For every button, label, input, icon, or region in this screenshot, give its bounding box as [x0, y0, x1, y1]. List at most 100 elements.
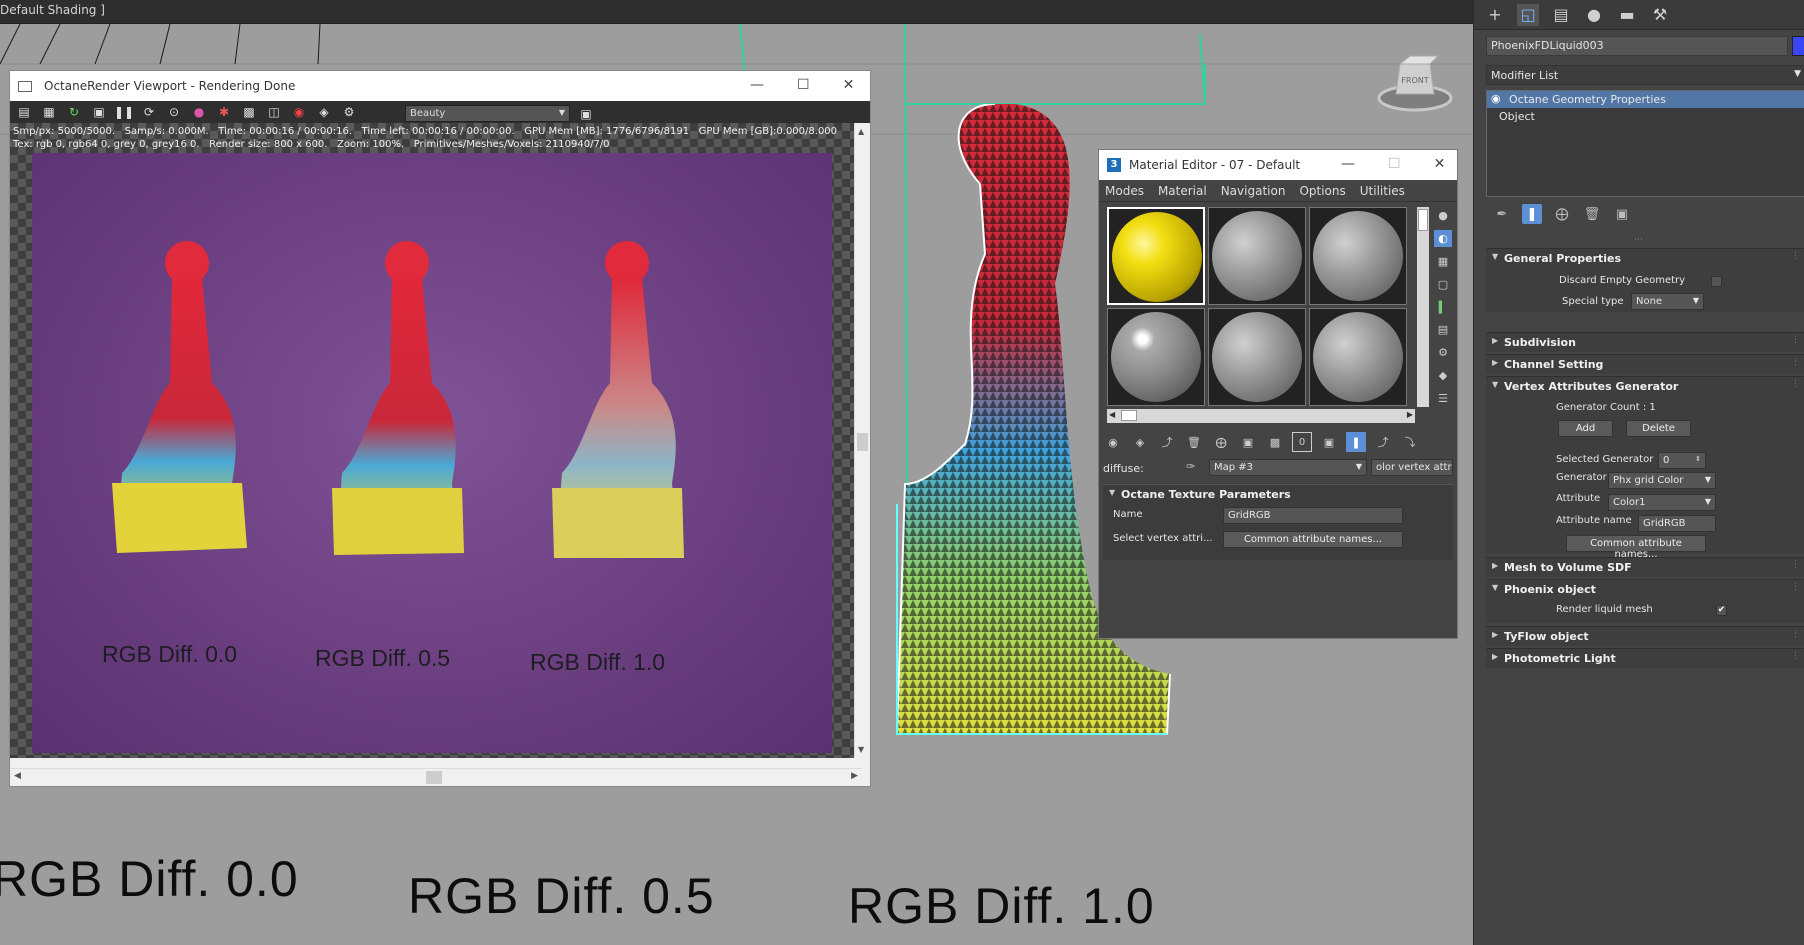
octane-render-area[interactable]: Smp/px: 5000/5000. Samp/s: 0.000M. Time:… — [10, 123, 862, 758]
horizontal-scroll-thumb[interactable] — [426, 771, 442, 784]
sample-slot-3[interactable] — [1309, 207, 1407, 305]
mesh-to-volume-sdf-header[interactable]: ▶ Mesh to Volume SDF ⋮ — [1486, 558, 1804, 577]
material-editor-title-bar[interactable]: 3 Material Editor - 07 - Default — ☐ ✕ — [1099, 150, 1457, 180]
photometric-light-header[interactable]: ▶ Photometric Light ⋮ — [1486, 649, 1804, 668]
minimize-icon[interactable]: — — [750, 77, 764, 93]
make-unique-icon[interactable]: ⨁ — [1211, 432, 1231, 452]
film-region-icon[interactable]: ◫ — [265, 103, 283, 121]
common-attribute-names-button[interactable]: Common attribute names... — [1566, 535, 1706, 560]
utilities-icon[interactable]: ⚒ — [1649, 4, 1671, 26]
go-to-parent-icon[interactable]: ⤴ — [1373, 432, 1393, 452]
region-render-icon[interactable]: ▩ — [240, 103, 258, 121]
focus-picker-icon[interactable]: ⊙ — [165, 103, 183, 121]
backlight-icon[interactable]: ◐ — [1434, 229, 1452, 247]
slots-vertical-scrollbar[interactable] — [1417, 207, 1429, 407]
modify-icon[interactable]: ◱ — [1517, 3, 1539, 26]
vertical-scrollbar[interactable]: ▲ ▼ — [854, 123, 870, 758]
stack-item-object[interactable]: Object — [1487, 108, 1804, 125]
subdivision-header[interactable]: ▶ Subdivision ⋮ — [1486, 333, 1804, 352]
hierarchy-icon[interactable]: ▤ — [1550, 4, 1572, 26]
material-editor-window[interactable]: 3 Material Editor - 07 - Default — ☐ ✕ M… — [1098, 149, 1458, 639]
make-unique-icon[interactable]: ⨁ — [1552, 204, 1572, 224]
assign-material-icon[interactable]: ⤴ — [1157, 432, 1177, 452]
sample-slot-5[interactable] — [1208, 308, 1306, 406]
maximize-icon[interactable]: ☐ — [1388, 156, 1401, 172]
object-name-field[interactable]: PhoenixFDLiquid003 — [1486, 36, 1788, 56]
scroll-right-icon[interactable]: ▶ — [851, 771, 858, 781]
settings-gear-icon[interactable]: ⚙ — [340, 103, 358, 121]
scroll-down-icon[interactable]: ▼ — [858, 745, 864, 754]
show-shaded-icon[interactable]: ▣ — [1319, 432, 1339, 452]
pin-stack-icon[interactable]: ✒ — [1492, 204, 1512, 224]
general-properties-header[interactable]: ▼ General Properties ⋮ — [1486, 249, 1804, 268]
sample-slot-1[interactable] — [1107, 207, 1205, 305]
material-id-icon[interactable]: ▩ — [1265, 432, 1285, 452]
remove-modifier-icon[interactable]: 🗑 — [1582, 204, 1602, 224]
minimize-icon[interactable]: — — [1341, 156, 1355, 172]
eyedropper-icon[interactable]: ✑ — [1186, 460, 1195, 473]
common-attribute-names-button[interactable]: Common attribute names... — [1223, 531, 1403, 548]
put-to-scene-icon[interactable]: ◈ — [1130, 432, 1150, 452]
show-end-result-icon[interactable]: ❚ — [1522, 204, 1542, 224]
show-end-result-icon[interactable]: ❚ — [1346, 432, 1366, 452]
close-icon[interactable]: ✕ — [843, 77, 855, 93]
get-material-icon[interactable]: ◉ — [1103, 432, 1123, 452]
restart-render-icon[interactable]: ↻ — [65, 103, 83, 121]
maximize-icon[interactable]: ☐ — [797, 77, 810, 93]
save-render-icon[interactable]: ▤ — [15, 103, 33, 121]
display-icon[interactable]: ▬ — [1616, 4, 1638, 26]
attribute-dropdown[interactable]: Color1 ▼ — [1608, 494, 1716, 511]
add-generator-button[interactable]: Add — [1558, 420, 1613, 437]
octane-texture-params-header[interactable]: ▼ Octane Texture Parameters — [1103, 485, 1453, 503]
special-type-dropdown[interactable]: None ▼ — [1631, 293, 1704, 310]
configure-modifier-sets-icon[interactable]: ▣ — [1612, 204, 1632, 224]
eye-icon[interactable]: ◉ — [1491, 92, 1501, 105]
select-by-material-icon[interactable]: ◆ — [1434, 367, 1452, 384]
sample-slot-6[interactable] — [1309, 308, 1407, 406]
generator-dropdown[interactable]: Phx grid Color ▼ — [1608, 472, 1716, 489]
sample-slot-4[interactable] — [1107, 308, 1205, 406]
viewcube[interactable]: FRONT — [1374, 54, 1456, 114]
menu-navigation[interactable]: Navigation — [1221, 184, 1286, 198]
object-color-swatch[interactable] — [1792, 36, 1804, 56]
go-forward-sibling-icon[interactable]: ⤵ — [1400, 432, 1420, 452]
material-id-channel-icon[interactable]: 0 — [1292, 432, 1312, 452]
video-color-check-icon[interactable]: ▍ — [1434, 299, 1452, 316]
sample-slot-2[interactable] — [1208, 207, 1306, 305]
slots-vscroll-thumb[interactable] — [1418, 209, 1428, 231]
material-options-icon[interactable]: ⚙ — [1434, 344, 1452, 361]
make-preview-icon[interactable]: ▤ — [1434, 321, 1452, 338]
background-checker-icon[interactable]: ▦ — [1434, 253, 1452, 270]
pause-icon[interactable]: ❚❚ — [114, 103, 134, 121]
attribute-name-field[interactable]: GridRGB — [1638, 515, 1716, 532]
motion-icon[interactable]: ● — [1583, 4, 1605, 26]
octane-viewport-window[interactable]: OctaneRender Viewport - Rendering Done —… — [9, 70, 871, 787]
stack-item-octane-geometry[interactable]: ◉ Octane Geometry Properties — [1487, 91, 1804, 108]
sample-uv-tiling-icon[interactable]: ▢ — [1434, 276, 1452, 293]
octane-title-bar[interactable]: OctaneRender Viewport - Rendering Done —… — [10, 71, 870, 101]
tyflow-object-header[interactable]: ▶ TyFlow object ⋮ — [1486, 627, 1804, 646]
put-to-library-icon[interactable]: ▣ — [1238, 432, 1258, 452]
map-type-button[interactable]: olor vertex attribu — [1371, 459, 1453, 476]
gpu-usage-icon[interactable]: ◈ — [315, 103, 333, 121]
reset-map-icon[interactable]: 🗑 — [1184, 432, 1204, 452]
viewport-shading-label[interactable]: Default Shading ] — [0, 3, 105, 17]
modifier-list-dropdown[interactable]: Modifier List ▼ — [1486, 65, 1804, 85]
slots-horizontal-scrollbar[interactable]: ◀ ▶ — [1107, 409, 1415, 423]
scroll-right-icon[interactable]: ▶ — [1407, 410, 1413, 419]
vertical-scroll-thumb[interactable] — [857, 433, 868, 451]
delete-generator-button[interactable]: Delete — [1626, 420, 1691, 437]
phoenix-object-header[interactable]: ▼ Phoenix object ⋮ — [1486, 580, 1804, 599]
slots-scroll-thumb[interactable] — [1121, 410, 1137, 421]
render-liquid-mesh-checkbox[interactable]: ✔ — [1716, 605, 1727, 616]
refresh-icon[interactable]: ⟳ — [140, 103, 158, 121]
name-field[interactable]: GridRGB — [1223, 507, 1403, 524]
map-dropdown[interactable]: Map #3 ▼ — [1209, 459, 1367, 476]
sample-type-sphere-icon[interactable]: ● — [1434, 207, 1452, 224]
horizontal-scrollbar[interactable]: ◀ ▶ — [10, 768, 862, 786]
menu-utilities[interactable]: Utilities — [1360, 184, 1405, 198]
create-icon[interactable]: + — [1484, 4, 1506, 26]
close-icon[interactable]: ✕ — [1434, 156, 1446, 172]
color-picker-icon[interactable]: ● — [190, 103, 208, 121]
scroll-left-icon[interactable]: ◀ — [1109, 410, 1115, 419]
